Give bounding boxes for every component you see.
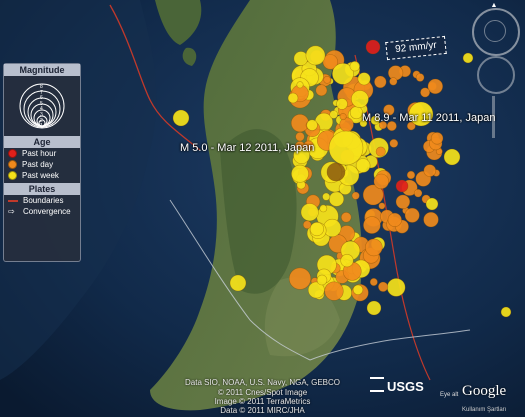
- quake-past-day[interactable]: [415, 73, 425, 82]
- quake-past-week[interactable]: [305, 45, 326, 66]
- quake-past-week[interactable]: [352, 284, 364, 295]
- north-icon[interactable]: ▲: [488, 2, 500, 9]
- quake-past-week[interactable]: [350, 90, 369, 108]
- quake-past-week[interactable]: [291, 164, 309, 183]
- age-list: Past hour Past day Past week: [4, 148, 80, 181]
- quake-past-week[interactable]: [349, 60, 360, 72]
- credit-line-1: Data SIO, NOAA, U.S. Navy, NGA, GEBCO: [185, 378, 340, 387]
- quake-past-day[interactable]: [420, 87, 431, 98]
- quake-past-day[interactable]: [387, 212, 402, 227]
- quake-past-day[interactable]: [423, 164, 437, 177]
- legend-age-label: Past week: [22, 171, 59, 180]
- legend-age-item: Past hour: [4, 148, 80, 159]
- quake-past-week[interactable]: [296, 81, 304, 89]
- usgs-logo-text: USGS: [387, 379, 424, 394]
- credit-line-4: Data © 2011 MIRC/JHA: [220, 406, 305, 415]
- quake-past-day[interactable]: [378, 281, 389, 292]
- age-dot-icon: [8, 171, 17, 180]
- legend-age-item: Past week: [4, 170, 80, 181]
- quake-past-day[interactable]: [339, 113, 347, 121]
- quake-past-week[interactable]: [366, 300, 382, 316]
- age-dot-icon: [8, 149, 17, 158]
- quake-main-shock[interactable]: [328, 130, 364, 166]
- google-logo: Google: [462, 383, 507, 399]
- quake-past-week[interactable]: [172, 109, 190, 127]
- legend-boundaries-label: Boundaries: [23, 196, 64, 205]
- move-joystick[interactable]: [477, 56, 515, 94]
- quake-past-day[interactable]: [389, 138, 399, 148]
- age-dot-icon: [8, 160, 17, 169]
- quake-label-main[interactable]: M 8.9 - Mar 11 2011, Japan: [362, 112, 496, 124]
- quake-past-day[interactable]: [288, 267, 312, 290]
- magnitude-scale: 87654321: [4, 76, 80, 136]
- eye-alt-label: Eye alt: [440, 392, 459, 398]
- quake-past-day[interactable]: [389, 77, 398, 86]
- quake-past-week[interactable]: [443, 148, 461, 166]
- quake-past-week[interactable]: [300, 203, 319, 222]
- quake-past-day[interactable]: [351, 191, 360, 200]
- quake-past-week[interactable]: [306, 119, 318, 131]
- map-viewer[interactable]: Magnitude 87654321 Age Past hour Past day…: [0, 0, 525, 417]
- legend-boundaries: Boundaries: [4, 195, 80, 206]
- quake-past-week[interactable]: [357, 72, 371, 86]
- quake-past-day[interactable]: [315, 84, 328, 97]
- magnitude-scale-label: 1: [40, 123, 43, 130]
- quake-past-day[interactable]: [374, 75, 387, 89]
- quake-past-day[interactable]: [323, 76, 331, 84]
- quake-past-day[interactable]: [363, 216, 381, 234]
- quake-past-day[interactable]: [290, 113, 310, 133]
- quake-past-day[interactable]: [395, 194, 411, 210]
- quake-past-day[interactable]: [404, 207, 420, 223]
- quake-past-day[interactable]: [430, 132, 444, 145]
- plates-title: Plates: [4, 183, 80, 195]
- quake-past-day[interactable]: [423, 211, 439, 228]
- quake-label-second[interactable]: M 5.0 - Mar 12 2011, Japan: [180, 142, 314, 154]
- quake-past-day[interactable]: [413, 189, 423, 198]
- usgs-logo: USGS: [370, 377, 424, 394]
- boundary-line-icon: [8, 199, 18, 202]
- legend-age-label: Past day: [22, 160, 54, 169]
- magnitude-title: Magnitude: [4, 64, 80, 76]
- credit-line-3: Image © 2011 TerraMetrics: [214, 397, 311, 406]
- look-joystick[interactable]: [484, 20, 506, 42]
- quake-past-week[interactable]: [316, 274, 328, 286]
- usgs-wave-icon: [370, 377, 384, 392]
- quake-past-week[interactable]: [309, 221, 325, 237]
- quake-past-week[interactable]: [425, 197, 439, 211]
- quake-past-day[interactable]: [406, 170, 416, 180]
- quake-past-day[interactable]: [373, 173, 389, 190]
- terms-link[interactable]: Kullanım Şartları: [462, 407, 506, 413]
- legend-panel: Magnitude 87654321 Age Past hour Past day…: [3, 63, 81, 262]
- quake-past-week[interactable]: [355, 158, 371, 173]
- quake-past-week[interactable]: [328, 191, 345, 207]
- quake-past-week[interactable]: [336, 98, 348, 110]
- quake-past-week[interactable]: [349, 106, 363, 120]
- quake-past-week[interactable]: [462, 52, 474, 64]
- quake-past-week[interactable]: [319, 204, 328, 213]
- quake-past-week[interactable]: [229, 274, 247, 292]
- quake-past-week[interactable]: [322, 192, 331, 201]
- quake-past-day[interactable]: [375, 146, 386, 157]
- quake-past-week[interactable]: [287, 92, 299, 104]
- quake-past-day[interactable]: [369, 277, 378, 286]
- quake-past-week[interactable]: [340, 254, 354, 268]
- legend-age-label: Past hour: [22, 149, 57, 158]
- quake-past-day[interactable]: [378, 202, 386, 210]
- quake-past-day[interactable]: [364, 238, 383, 257]
- quake-past-day[interactable]: [427, 78, 443, 95]
- quake-past-week[interactable]: [386, 278, 406, 297]
- quake-past-day[interactable]: [340, 212, 352, 223]
- zoom-slider[interactable]: [492, 96, 495, 138]
- quake-past-week[interactable]: [500, 306, 512, 318]
- quake-past-hour[interactable]: [365, 39, 381, 55]
- legend-convergence: ⇨ Convergence: [4, 206, 80, 217]
- quake-dark[interactable]: [326, 162, 346, 182]
- legend-convergence-label: Convergence: [23, 207, 71, 216]
- quake-past-hour[interactable]: [395, 179, 409, 193]
- legend-age-item: Past day: [4, 159, 80, 170]
- quake-past-day[interactable]: [295, 131, 305, 142]
- convergence-arrow-icon: ⇨: [8, 206, 15, 216]
- quake-past-day[interactable]: [324, 281, 344, 301]
